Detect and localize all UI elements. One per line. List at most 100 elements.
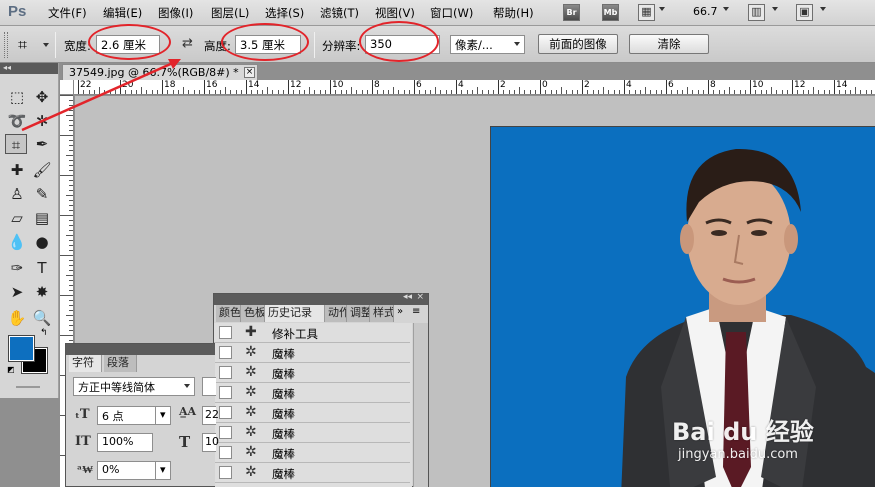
tab-history[interactable]: 历史记录 [265, 305, 325, 322]
leading-input[interactable]: 22 [202, 406, 219, 425]
ruler-minor-tick [60, 135, 73, 136]
panel-menu-icon[interactable]: ≡ [412, 306, 420, 317]
chevron-down-icon[interactable] [820, 7, 826, 11]
document-tab[interactable]: 37549.jpg @ 66.7%(RGB/8#) * × [62, 64, 258, 80]
crop-tool-icon[interactable]: ⌗ [18, 35, 27, 55]
snapshot-checkbox[interactable] [219, 426, 232, 439]
tab-styles[interactable]: 样式 [370, 305, 394, 322]
zoom-level[interactable]: 66.7 [693, 5, 718, 18]
tab-adjustments[interactable]: 调整 [347, 305, 370, 322]
ruler-origin[interactable] [60, 80, 74, 95]
history-item[interactable]: ✲ 魔棒 [214, 363, 410, 383]
menu-filter[interactable]: 滤镜(T) [320, 5, 359, 21]
tool-preset-chevron-icon[interactable] [43, 43, 49, 47]
type-tool-icon[interactable]: T [31, 258, 53, 278]
menu-view[interactable]: 视图(V) [375, 5, 415, 21]
history-scrollbar[interactable] [413, 323, 428, 487]
chevron-down-icon[interactable]: ▾ [155, 406, 171, 425]
tab-character[interactable]: 字符 [69, 355, 102, 372]
close-icon[interactable]: × [416, 292, 424, 302]
dodge-tool-icon[interactable]: ● [31, 232, 53, 252]
tab-color[interactable]: 颜色 [216, 305, 241, 322]
panel-header[interactable] [66, 344, 215, 355]
clear-button[interactable]: 清除 [629, 34, 709, 54]
blur-tool-icon[interactable]: 💧 [6, 232, 28, 252]
history-item-label: 魔棒 [272, 427, 295, 441]
brush-tool-icon[interactable]: 🖌 [31, 160, 53, 180]
chevron-down-icon[interactable] [659, 7, 665, 11]
zoom-tool-icon[interactable]: 🔍 [31, 308, 53, 328]
history-brush-tool-icon[interactable]: ✎ [31, 184, 53, 204]
mini-bridge-button[interactable]: Mb [602, 4, 619, 21]
history-item[interactable]: ✲ 魔棒 [214, 343, 410, 363]
path-selection-tool-icon[interactable]: ➤ [6, 282, 28, 302]
double-arrow-icon[interactable]: » [397, 306, 403, 317]
close-icon[interactable]: × [244, 67, 255, 78]
chevron-down-icon[interactable] [723, 7, 729, 11]
tab-paragraph[interactable]: 段落 [104, 355, 137, 372]
font-style-select[interactable] [202, 377, 216, 396]
snapshot-checkbox[interactable] [219, 326, 232, 339]
arrange-documents-icon[interactable]: ▥ [748, 4, 765, 21]
magic-wand-tool-icon[interactable]: ✲ [31, 111, 53, 131]
ruler-minor-tick [261, 90, 263, 94]
marquee-tool-icon[interactable]: ⬚ [6, 87, 28, 107]
menu-image[interactable]: 图像(I) [158, 5, 193, 21]
snapshot-checkbox[interactable] [219, 346, 232, 359]
swap-colors-icon[interactable]: ↰ [40, 328, 48, 338]
menu-file[interactable]: 文件(F) [48, 5, 87, 21]
menu-window[interactable]: 窗口(W) [430, 5, 473, 21]
snapshot-checkbox[interactable] [219, 466, 232, 479]
grip-handle[interactable] [4, 32, 8, 58]
chevron-down-icon[interactable]: ▾ [155, 461, 171, 480]
swap-icon[interactable]: ⇄ [182, 36, 193, 51]
history-item[interactable]: ✲ 魔棒 [214, 423, 410, 443]
healing-brush-tool-icon[interactable]: ✚ [6, 160, 28, 180]
crop-tool-icon[interactable]: ⌗ [5, 134, 27, 154]
leading-value: 22 [205, 408, 219, 421]
history-item[interactable]: ✚ 修补工具 [214, 323, 410, 343]
vertical-scale-input[interactable]: 100% [97, 433, 153, 452]
menu-edit[interactable]: 编辑(E) [103, 5, 142, 21]
resolution-unit-select[interactable]: 像素/... [450, 35, 525, 54]
hand-tool-icon[interactable]: ✋ [6, 308, 28, 328]
history-item[interactable]: ✲ 魔棒 [214, 403, 410, 423]
bridge-button[interactable]: Br [563, 4, 580, 21]
snapshot-checkbox[interactable] [219, 366, 232, 379]
horizontal-ruler[interactable]: 2220181614121086420246810121416 [74, 80, 875, 95]
pen-tool-icon[interactable]: ✑ [6, 258, 28, 278]
frame-icon[interactable]: ▦ [638, 4, 655, 21]
snapshot-checkbox[interactable] [219, 386, 232, 399]
eraser-tool-icon[interactable]: ▱ [6, 208, 28, 228]
default-colors-icon[interactable]: ◩ [7, 365, 15, 374]
snapshot-checkbox[interactable] [219, 446, 232, 459]
custom-shape-tool-icon[interactable]: ✸ [31, 282, 53, 302]
eyedropper-tool-icon[interactable]: ✒ [31, 134, 53, 154]
panel-header[interactable]: ◂◂ × [214, 292, 428, 305]
ruler-minor-tick [550, 90, 552, 94]
tab-actions[interactable]: 动作 [325, 305, 347, 322]
ruler-minor-tick [655, 90, 657, 94]
chevron-down-icon[interactable] [772, 7, 778, 11]
menu-help[interactable]: 帮助(H) [493, 5, 534, 21]
move-tool-icon[interactable]: ✥ [31, 87, 53, 107]
lasso-tool-icon[interactable]: ➰ [6, 111, 28, 131]
tab-swatches[interactable]: 色板 [241, 305, 265, 322]
history-item[interactable]: ✲ 魔棒 [214, 463, 410, 483]
collapse-icon[interactable]: ◂◂ [403, 292, 412, 302]
front-image-button[interactable]: 前面的图像 [538, 34, 618, 54]
font-family-select[interactable]: 方正中等线简体 [73, 377, 195, 396]
gradient-tool-icon[interactable]: ▤ [31, 208, 53, 228]
menu-select[interactable]: 选择(S) [265, 5, 304, 21]
clone-stamp-tool-icon[interactable]: ♙ [6, 184, 28, 204]
foreground-color-swatch[interactable] [8, 335, 35, 362]
menu-layer[interactable]: 图层(L) [211, 5, 249, 21]
horizontal-scale-input[interactable]: 10 [202, 433, 219, 452]
quick-mask-icon[interactable] [16, 386, 40, 388]
screen-mode-icon[interactable]: ▣ [796, 4, 813, 21]
history-item[interactable]: ✲ 魔棒 [214, 383, 410, 403]
collapse-icon[interactable]: ◂◂ [0, 63, 58, 74]
history-item[interactable]: ✲ 魔棒 [214, 443, 410, 463]
snapshot-checkbox[interactable] [219, 406, 232, 419]
ruler-minor-tick [214, 90, 216, 94]
